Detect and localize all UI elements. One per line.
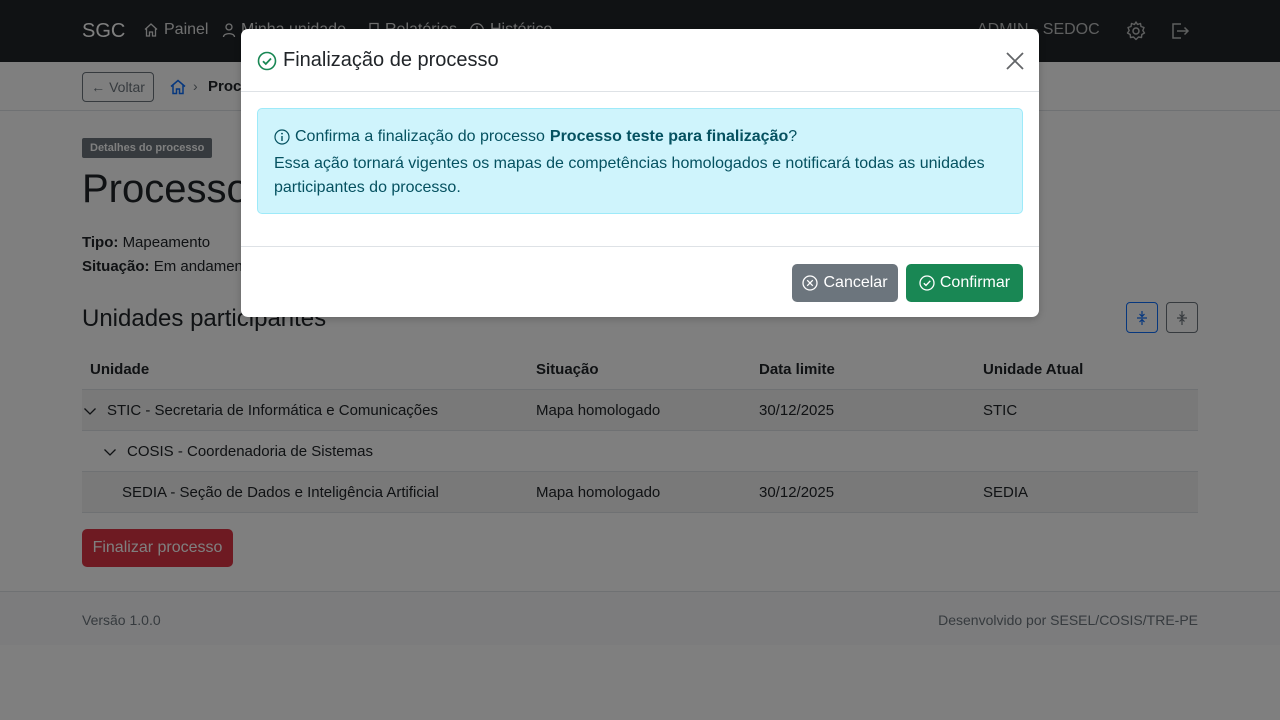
confirm-button[interactable]: Confirmar (906, 264, 1023, 302)
modal-header: Finalização de processo (241, 29, 1039, 92)
close-icon[interactable] (1004, 50, 1026, 72)
modal-footer: Cancelar Confirmar (241, 246, 1039, 317)
finalize-process-modal: Finalização de processo Confirma a final… (241, 29, 1039, 317)
cancel-button[interactable]: Cancelar (792, 264, 898, 302)
info-circle-icon (274, 129, 290, 145)
action-description: Essa ação tornará vigentes os mapas de c… (274, 155, 985, 196)
check-circle-icon (919, 275, 935, 291)
info-alert: Confirma a finalização do processo Proces… (257, 108, 1023, 214)
confirm-button-label: Confirmar (939, 274, 1011, 291)
confirm-prefix: Confirma a finalização do processo (295, 128, 545, 145)
confirm-question: Confirma a finalização do processo Proces… (274, 128, 797, 146)
modal-title: Finalização de processo (283, 49, 499, 71)
process-name: Processo teste para finalização (549, 128, 789, 145)
cancel-button-label: Cancelar (823, 274, 888, 291)
x-circle-icon (802, 275, 819, 291)
check-circle-icon (257, 51, 277, 71)
confirm-suffix: ? (788, 128, 798, 145)
